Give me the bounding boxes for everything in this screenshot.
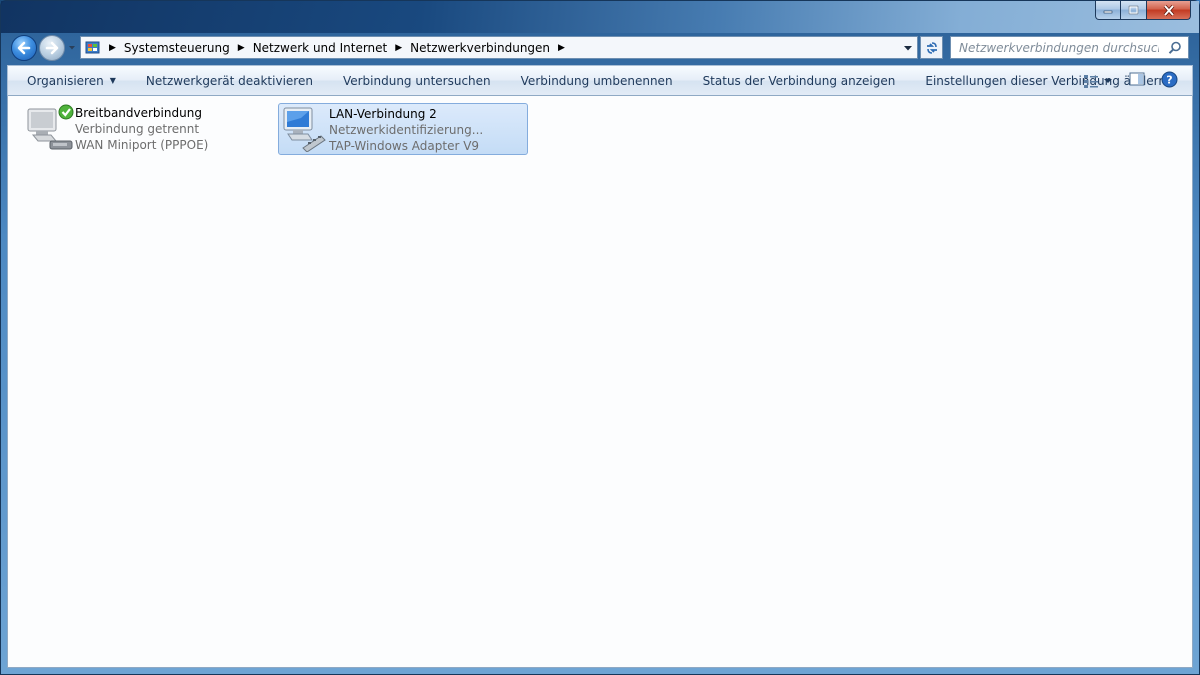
forward-arrow-icon [45,41,59,55]
view-options-icon [1084,74,1098,88]
organize-label: Organisieren [27,73,104,88]
address-dropdown-icon[interactable] [903,43,913,53]
preview-pane-button[interactable] [1129,71,1145,90]
connection-text: Breitbandverbindung Verbindung getrennt … [75,103,208,153]
refresh-icon [926,41,937,54]
connection-device: WAN Miniport (PPPOE) [75,138,209,152]
rename-connection-button[interactable]: Verbindung umbenennen [506,74,688,88]
connection-status: Netzwerkidentifizierung... [329,123,484,137]
forward-button[interactable] [39,35,65,61]
organize-menu-button[interactable]: Organisieren ▼ [8,74,131,88]
search-box[interactable] [950,36,1189,59]
breadcrumb-label: Netzwerkverbindungen [410,40,551,55]
breadcrumb-netzwerk-und-internet[interactable]: Netzwerk und Internet ▶ [253,41,410,55]
help-icon: ? [1161,71,1178,87]
svg-text:?: ? [1166,73,1172,86]
disable-device-button[interactable]: Netzwerkgerät deaktivieren [131,74,328,88]
toolbar-right-group: ? [1083,66,1192,95]
refresh-button[interactable] [920,36,943,59]
maximize-button[interactable] [1121,1,1147,20]
minimize-button[interactable] [1095,1,1121,20]
caption-buttons [1095,1,1191,20]
back-arrow-icon [17,41,31,55]
breadcrumb-label: Systemsteuerung [123,40,230,55]
title-bar[interactable] [1,1,1199,33]
connection-device: TAP-Windows Adapter V9 [329,139,480,153]
disable-device-label: Netzwerkgerät deaktivieren [145,73,313,88]
address-bar[interactable]: ▶ Systemsteuerung ▶ Netzwerk und Interne… [80,36,918,59]
search-icon[interactable] [1168,41,1182,55]
maximize-icon [1128,5,1139,15]
view-dropdown-icon [1104,78,1112,83]
connections-list[interactable]: Breitbandverbindung Verbindung getrennt … [7,96,1193,668]
connection-name: LAN-Verbindung 2 [329,107,437,121]
broadband-connection-icon [25,103,75,151]
search-input[interactable] [959,40,1159,55]
view-status-label: Status der Verbindung anzeigen [702,73,896,88]
diagnose-connection-label: Verbindung untersuchen [342,73,491,88]
view-status-button[interactable]: Status der Verbindung anzeigen [688,74,911,88]
explorer-window: ▶ Systemsteuerung ▶ Netzwerk und Interne… [0,0,1200,675]
breadcrumb-separator-icon[interactable]: ▶ [558,43,565,53]
rename-connection-label: Verbindung umbenennen [520,73,673,88]
navigation-bar: ▶ Systemsteuerung ▶ Netzwerk und Interne… [1,33,1199,63]
breadcrumb-separator-icon[interactable]: ▶ [109,43,116,53]
connection-name: Breitbandverbindung [75,106,202,120]
breadcrumb-systemsteuerung[interactable]: Systemsteuerung ▶ [124,41,253,55]
connection-item-breitbandverbindung[interactable]: Breitbandverbindung Verbindung getrennt … [25,103,260,155]
breadcrumb-netzwerkverbindungen[interactable]: Netzwerkverbindungen ▶ [410,41,573,55]
preview-pane-icon [1129,72,1145,86]
connection-text: LAN-Verbindung 2 Netzwerkidentifizierung… [329,104,483,154]
breadcrumb-separator-icon[interactable]: ▶ [395,43,402,53]
connection-status: Verbindung getrennt [75,122,200,136]
diagnose-connection-button[interactable]: Verbindung untersuchen [328,74,506,88]
help-button[interactable]: ? [1161,71,1178,91]
recent-pages-dropdown-icon[interactable] [67,43,77,53]
breadcrumb-separator-icon[interactable]: ▶ [238,43,245,53]
command-bar: Organisieren ▼ Netzwerkgerät deaktiviere… [7,65,1193,96]
back-button[interactable] [11,35,37,61]
close-icon [1163,4,1174,16]
view-options-button[interactable] [1083,73,1115,89]
breadcrumb-label: Netzwerk und Internet [252,40,388,55]
control-panel-icon [85,41,100,53]
minimize-icon [1103,10,1113,14]
lan-connection-icon [279,104,329,153]
connection-item-lan-verbindung-2[interactable]: LAN-Verbindung 2 Netzwerkidentifizierung… [278,103,528,155]
dropdown-arrow-icon: ▼ [109,76,116,85]
close-button[interactable] [1147,1,1191,20]
